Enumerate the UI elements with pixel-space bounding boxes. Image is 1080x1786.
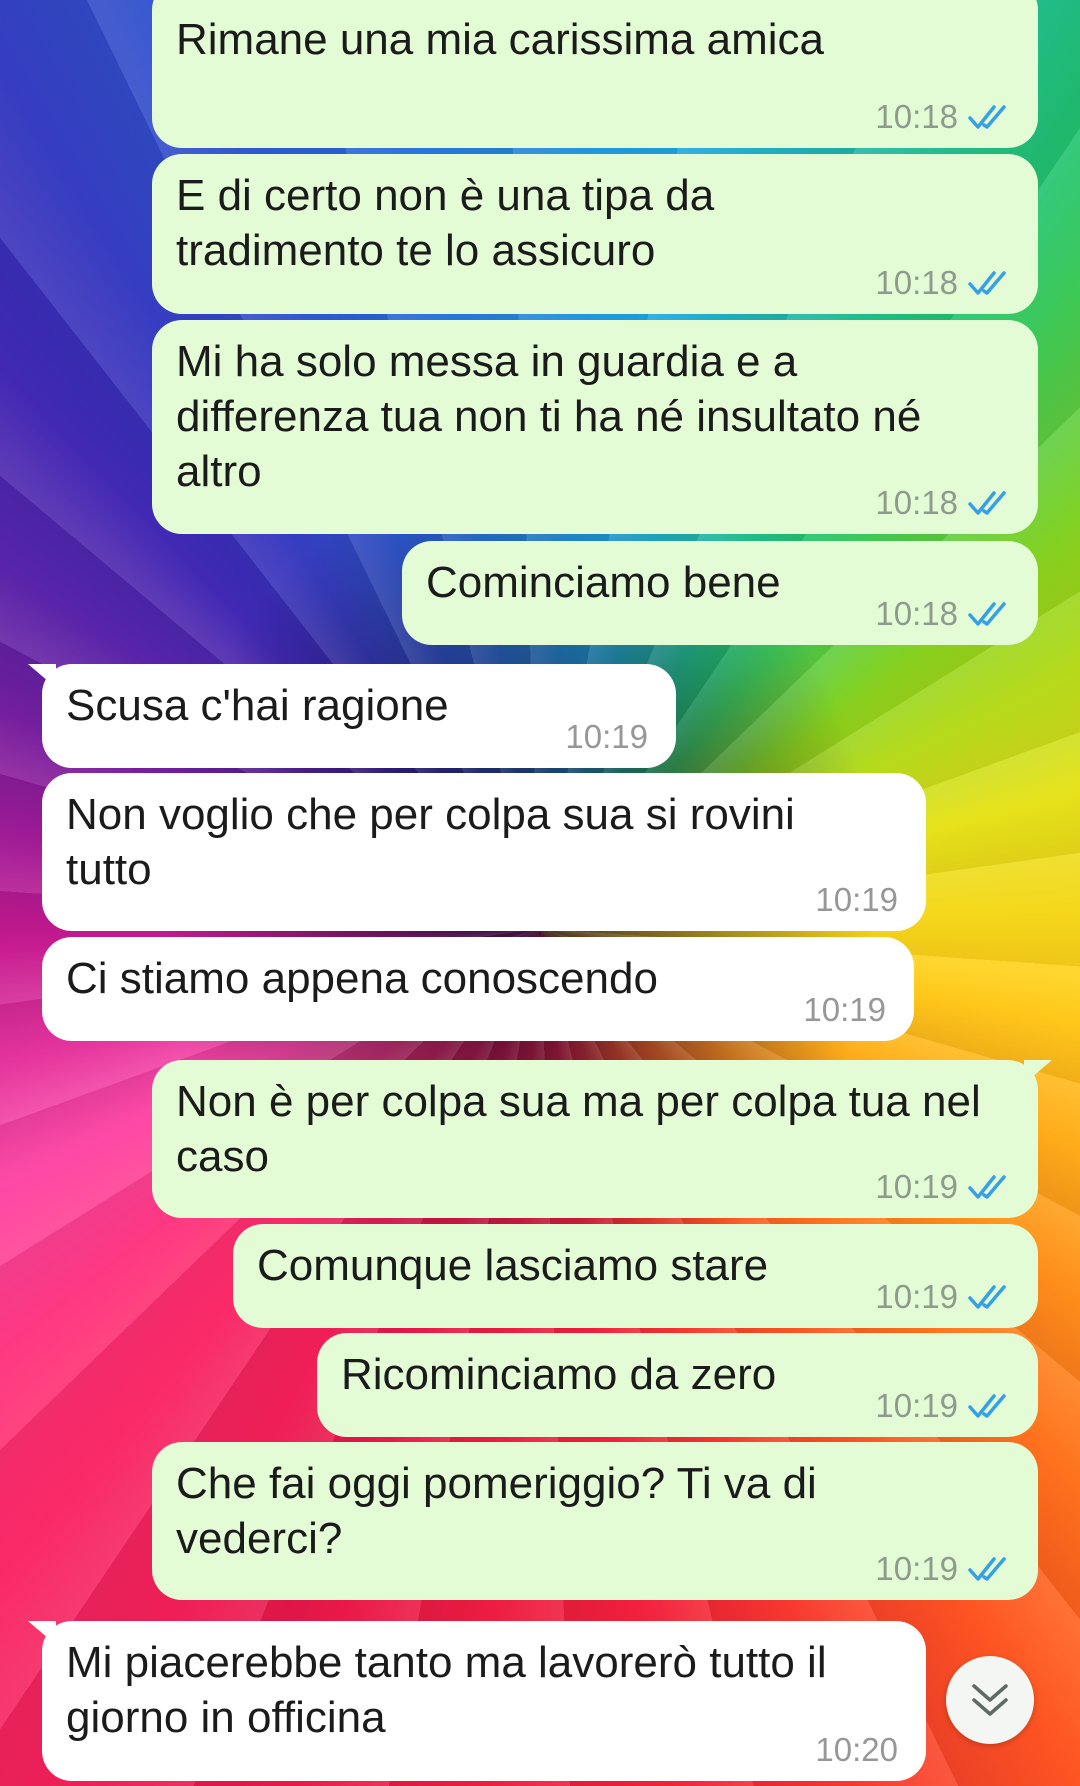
double-check-icon (968, 602, 1006, 626)
message-text: E di certo non è una tipa da tradimento … (176, 171, 715, 275)
message-text: Ci stiamo appena conoscendo (66, 954, 658, 1003)
message-time: 10:18 (875, 264, 958, 301)
double-check-icon (968, 105, 1006, 129)
message-bubble-outgoing[interactable]: Comunque lasciamo stare 10:19 (233, 1224, 1038, 1328)
message-time: 10:19 (875, 1387, 958, 1424)
message-text: Scusa c'hai ragione (66, 681, 449, 730)
scroll-to-bottom-button[interactable] (946, 1656, 1034, 1744)
message-bubble-incoming[interactable]: Non voglio che per colpa sua si rovini t… (42, 773, 926, 931)
message-meta: 10:19 (875, 1168, 1014, 1206)
message-time: 10:19 (565, 718, 648, 755)
message-meta: 10:19 (565, 718, 648, 756)
double-check-icon (968, 1394, 1006, 1418)
message-meta: 10:19 (875, 1278, 1014, 1316)
message-text: Rimane una mia carissima amica (176, 15, 824, 64)
message-time: 10:20 (815, 1731, 898, 1768)
bubble-tail (1024, 1060, 1052, 1084)
message-time: 10:19 (803, 991, 886, 1028)
message-bubble-outgoing[interactable]: Non è per colpa sua ma per colpa tua nel… (152, 1060, 1052, 1218)
message-meta: 10:20 (815, 1731, 898, 1769)
double-chevron-down-icon (972, 1684, 1008, 1716)
double-check-icon (968, 491, 1006, 515)
message-meta: 10:19 (875, 1550, 1014, 1588)
message-bubble-incoming[interactable]: Mi piacerebbe tanto ma lavorerò tutto il… (28, 1621, 926, 1781)
message-text: Che fai oggi pomeriggio? Ti va di vederc… (176, 1459, 817, 1563)
message-bubble-outgoing[interactable]: Cominciamo bene 10:18 (402, 541, 1038, 645)
message-time: 10:18 (875, 595, 958, 632)
message-time: 10:19 (875, 1550, 958, 1587)
message-meta: 10:18 (875, 595, 1014, 633)
message-text: Mi piacerebbe tanto ma lavorerò tutto il… (66, 1638, 827, 1742)
message-text: Non voglio che per colpa sua si rovini t… (66, 790, 795, 894)
message-bubble-outgoing[interactable]: Che fai oggi pomeriggio? Ti va di vederc… (152, 1442, 1038, 1600)
message-time: 10:18 (875, 484, 958, 521)
double-check-icon (968, 271, 1006, 295)
message-meta: 10:19 (875, 1387, 1014, 1425)
message-time: 10:18 (875, 98, 958, 135)
double-check-icon (968, 1285, 1006, 1309)
message-bubble-outgoing[interactable]: Mi ha solo messa in guardia e a differen… (152, 320, 1038, 534)
message-bubble-incoming[interactable]: Scusa c'hai ragione 10:19 (28, 664, 676, 768)
message-meta: 10:19 (803, 991, 886, 1029)
message-text: Mi ha solo messa in guardia e a differen… (176, 337, 922, 496)
message-meta: 10:19 (815, 881, 898, 919)
double-check-icon (968, 1175, 1006, 1199)
message-meta: 10:18 (875, 98, 1014, 136)
message-bubble-outgoing[interactable]: Rimane una mia carissima amica 10:18 (152, 0, 1038, 148)
message-bubble-outgoing[interactable]: Ricominciamo da zero 10:19 (317, 1333, 1038, 1437)
message-time: 10:19 (875, 1168, 958, 1205)
bubble-tail (28, 664, 56, 688)
message-time: 10:19 (875, 1278, 958, 1315)
message-bubble-outgoing[interactable]: E di certo non è una tipa da tradimento … (152, 154, 1038, 314)
message-meta: 10:18 (875, 484, 1014, 522)
message-time: 10:19 (815, 881, 898, 918)
bubble-tail (28, 1621, 56, 1645)
message-meta: 10:18 (875, 264, 1014, 302)
double-check-icon (968, 1557, 1006, 1581)
message-bubble-incoming[interactable]: Ci stiamo appena conoscendo 10:19 (42, 937, 914, 1041)
